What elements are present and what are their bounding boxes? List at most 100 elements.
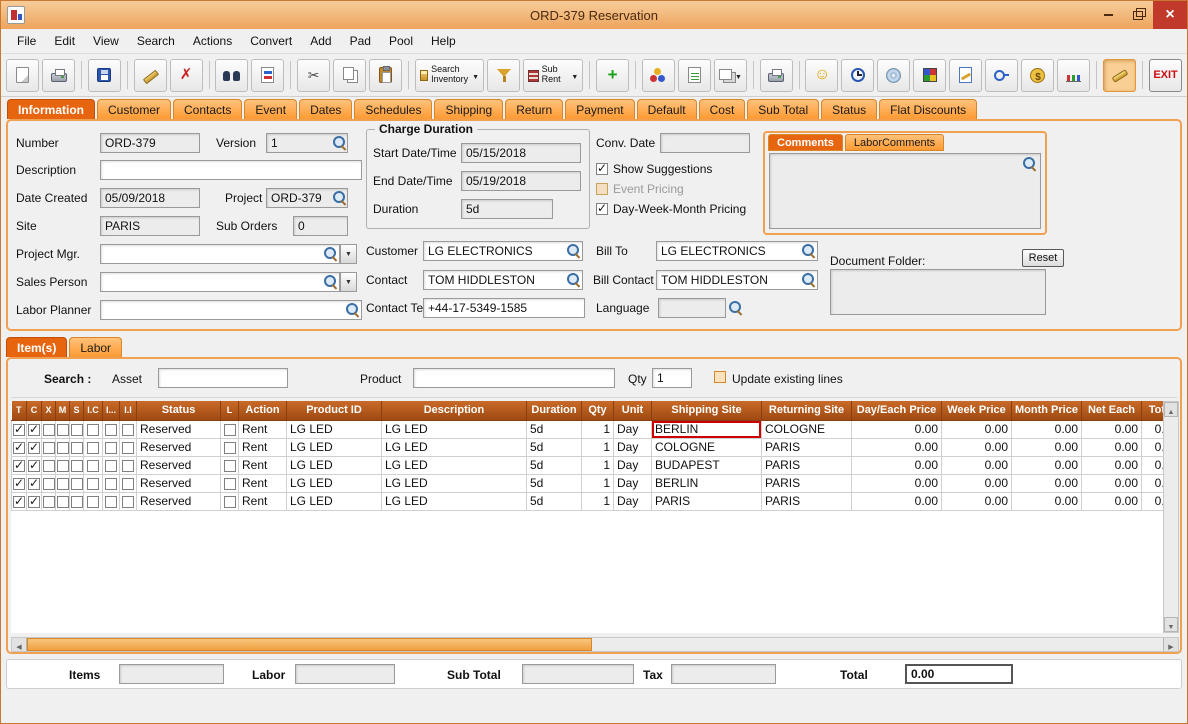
h-scroll-thumb[interactable] [27,638,592,651]
row-checkbox-m[interactable] [56,495,69,508]
cell-c[interactable] [26,491,42,511]
pool-button[interactable] [641,58,675,92]
cell-week-price[interactable]: 0.00 [941,491,1012,511]
column-header-i-i[interactable]: I.I [119,401,137,421]
update-existing-lines-checkbox[interactable] [714,371,726,383]
row-checkbox-i-c[interactable] [87,459,99,472]
cell-i[interactable] [102,455,120,475]
copy-button[interactable] [333,58,367,92]
sales-person-dropdown-button[interactable] [340,272,357,292]
cell-t[interactable] [11,419,27,439]
tab-contacts[interactable]: Contacts [173,99,243,119]
cell-i[interactable] [102,491,120,511]
delete-button[interactable] [169,58,203,92]
cell-qty[interactable]: 1 [581,491,614,511]
new-button[interactable] [6,58,39,92]
cell-m[interactable] [55,437,70,457]
v-scrollbar[interactable] [1163,401,1179,633]
cell-action[interactable]: Rent [238,473,287,493]
cell-week-price[interactable]: 0.00 [941,473,1012,493]
menu-view[interactable]: View [85,31,127,51]
tab-information[interactable]: Information [7,99,95,119]
day-week-month-pricing-checkbox[interactable] [596,201,608,215]
row-checkbox-l[interactable] [223,495,236,508]
cell-shipping-site[interactable]: BERLIN [651,473,762,493]
cell-action[interactable]: Rent [238,455,287,475]
cell-day-each-price[interactable]: 0.00 [851,473,942,493]
tab-default[interactable]: Default [636,99,697,119]
cell-m[interactable] [55,473,70,493]
h-scrollbar[interactable] [11,637,1179,652]
cell-action[interactable]: Rent [238,419,287,439]
row-checkbox-i-i[interactable] [122,495,134,508]
cell-description[interactable]: LG LED [381,419,527,439]
cell-description[interactable]: LG LED [381,473,527,493]
column-header-i-c[interactable]: I.C [83,401,103,421]
column-header-week-price[interactable]: Week Price [941,401,1012,421]
document-folder-area[interactable] [830,269,1046,315]
cell-net-each[interactable]: 0.00 [1081,437,1142,457]
tab-sub-total[interactable]: Sub Total [747,99,820,119]
row-checkbox-i[interactable] [105,441,117,454]
row-checkbox-s[interactable] [70,423,83,436]
cell-s[interactable] [69,419,84,439]
cell-i-c[interactable] [83,437,103,457]
comments-textarea[interactable] [769,153,1041,229]
cell-month-price[interactable]: 0.00 [1011,473,1082,493]
project-mgr-field[interactable] [100,244,340,264]
reports-button[interactable] [1057,58,1091,92]
customer-search-icon[interactable] [567,244,581,258]
cell-action[interactable]: Rent [238,491,287,511]
cell-product-id[interactable]: LG LED [286,419,382,439]
cell-t[interactable] [11,473,27,493]
tab-schedules[interactable]: Schedules [354,99,433,119]
reset-button[interactable]: Reset [1022,249,1064,267]
project-mgr-search-icon[interactable] [324,247,338,261]
cell-l[interactable] [220,473,239,493]
cell-c[interactable] [26,455,42,475]
tab-dates[interactable]: Dates [299,99,353,119]
cell-unit[interactable]: Day [613,491,652,511]
bill-contact-search-icon[interactable] [802,273,816,287]
cell-t[interactable] [11,437,27,457]
column-header-day-each-price[interactable]: Day/Each Price [851,401,942,421]
cell-day-each-price[interactable]: 0.00 [851,491,942,511]
link-button[interactable] [985,58,1019,92]
tab-labor[interactable]: Labor [69,337,123,357]
search-inventory-button[interactable]: Search Inventory [414,58,485,92]
column-header-tot[interactable]: Tot... [1141,401,1163,421]
cell-x[interactable] [41,491,56,511]
row-checkbox-i-i[interactable] [122,441,134,454]
menu-actions[interactable]: Actions [185,31,240,51]
convert-button[interactable] [251,58,285,92]
menu-help[interactable]: Help [423,31,464,51]
sales-person-field[interactable] [100,272,340,292]
row-checkbox-i[interactable] [105,495,117,508]
cell-status[interactable]: Reserved [136,419,221,439]
contact-tel-field[interactable]: +44-17-5349-1585 [423,298,585,318]
cell-qty[interactable]: 1 [581,455,614,475]
row-checkbox-c[interactable] [28,422,40,436]
row-checkbox-l[interactable] [223,459,236,472]
row-checkbox-c[interactable] [28,458,40,472]
cell-tot[interactable]: 0.00 [1141,437,1163,457]
duration-field[interactable]: 5d [461,199,553,219]
event-pricing-checkbox[interactable] [596,183,608,195]
cell-description[interactable]: LG LED [381,455,527,475]
minimize-button[interactable] [1093,1,1123,29]
cell-status[interactable]: Reserved [136,455,221,475]
menu-file[interactable]: File [9,31,44,51]
column-header-action[interactable]: Action [238,401,287,421]
print-labels-button[interactable] [759,58,793,92]
row-checkbox-i-i[interactable] [122,459,134,472]
cell-description[interactable]: LG LED [381,491,527,511]
row-checkbox-m[interactable] [56,459,69,472]
cell-i-i[interactable] [119,491,137,511]
column-header-l[interactable]: L [220,401,239,421]
cell-i-i[interactable] [119,455,137,475]
maximize-button[interactable] [1123,1,1153,29]
column-header-c[interactable]: C [26,401,42,421]
cell-unit[interactable]: Day [613,419,652,439]
save-button[interactable] [87,58,121,92]
cell-m[interactable] [55,455,70,475]
